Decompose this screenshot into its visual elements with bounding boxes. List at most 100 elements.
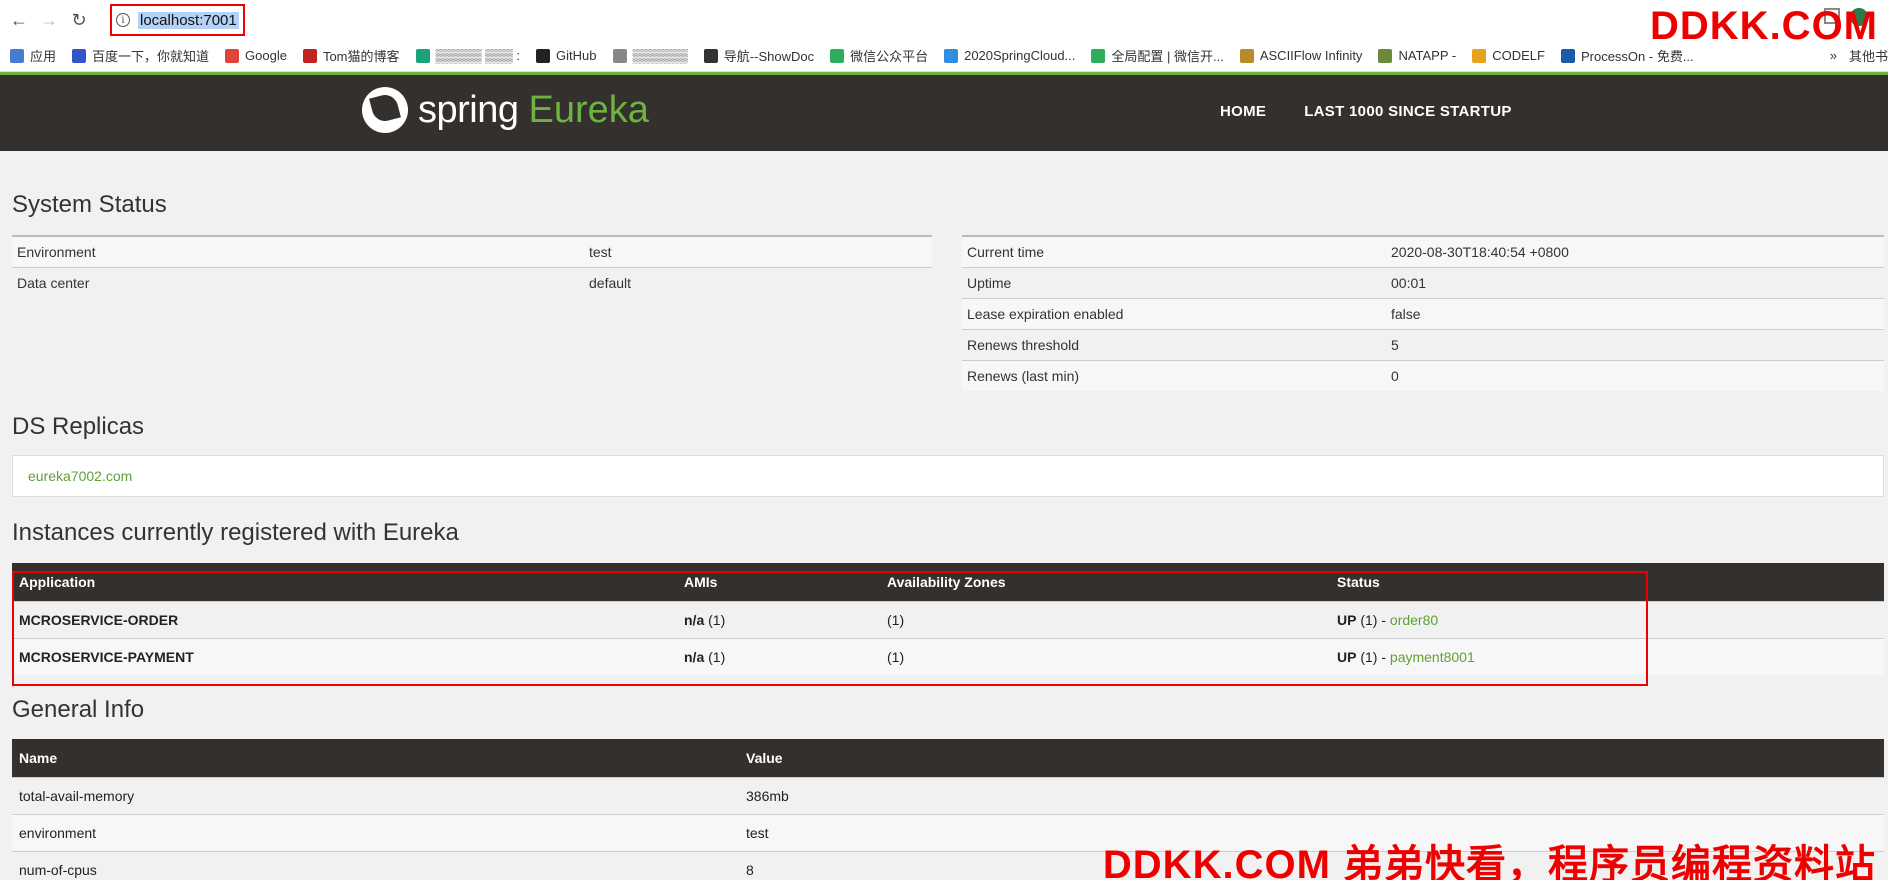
table-row: total-avail-memory 386mb [12,776,1884,814]
bookmark-favicon-icon [72,48,87,63]
status-cell: UP (1) - payment8001 [1330,637,1884,675]
col-header-value: Value [739,739,1884,777]
bookmarks-more-chevron-icon[interactable]: » [1830,48,1837,63]
bookmark-label: 2020SpringCloud... [964,48,1076,63]
status-row: Lease expiration enabled false [962,297,1884,329]
address-bar[interactable]: i localhost:7001 [106,4,1806,36]
spring-leaf-icon [362,87,408,133]
general-info-title: General Info [12,696,145,723]
watermark-bottom: DDKK.COM 弟弟快看，程序员编程资料站 [1102,843,1876,880]
bookmark-label: 应用 [30,49,57,64]
bookmark-item[interactable]: Tom猫的博客 [302,46,400,65]
eureka-navbar: spring Eureka HOME LAST 1000 SINCE START… [0,75,1888,151]
system-status-left-table: Environment test Data center default [12,235,932,298]
nav-last-1000-link[interactable]: LAST 1000 SINCE STARTUP [1304,103,1512,120]
status-key: Environment [12,235,584,267]
info-name: total-avail-memory [12,776,739,814]
bookmark-favicon-icon [536,48,551,63]
bookmark-item[interactable]: 微信公众平台 [830,46,928,65]
replica-link[interactable]: eureka7002.com [28,468,132,484]
bookmark-favicon-icon [612,48,627,63]
application-name: MCROSERVICE-ORDER [12,600,677,638]
bookmark-favicon-icon [830,48,845,63]
status-up: UP [1337,611,1357,628]
status-key: Renews threshold [962,328,1386,360]
status-key: Data center [12,266,584,298]
system-status-right-table: Current time 2020-08-30T18:40:54 +0800 Upt… [962,235,1884,391]
system-status-title: System Status [12,191,167,218]
bookmark-item[interactable]: 2020SpringCloud... [944,48,1075,63]
bookmark-item[interactable]: CODELF [1472,48,1545,63]
bookmark-item[interactable]: 全局配置 | 微信开... [1091,46,1224,65]
bookmark-favicon-icon [1560,48,1575,63]
bookmark-item[interactable]: Google [225,48,287,63]
bookmark-label: GitHub [556,48,597,63]
bookmark-label: CODELF [1492,48,1545,63]
nav-home-link[interactable]: HOME [1220,103,1266,120]
table-row: MCROSERVICE-PAYMENT n/a (1) (1) UP (1) - pa… [12,637,1884,675]
col-header-application: Application [12,563,677,601]
bookmark-label: NATAPP - [1398,48,1457,63]
col-header-zones: Availability Zones [880,563,1330,601]
bookmark-item[interactable]: ▒▒▒▒▒ ▒▒▒ : [415,48,521,63]
back-arrow-icon[interactable]: ← [8,9,30,31]
bookmark-item[interactable]: 百度一下，你就知道 [72,46,209,65]
status-row: Uptime 00:01 [962,266,1884,298]
forward-arrow-icon[interactable]: → [38,9,60,31]
status-value: false [1386,297,1884,329]
bookmark-label: ▒▒▒▒▒ ▒▒▒ : [435,48,521,63]
amis-value: n/a [684,611,705,628]
bookmark-favicon-icon [1472,48,1487,63]
status-key: Uptime [962,266,1386,298]
ds-replicas-title: DS Replicas [12,413,145,440]
bookmark-label: ASCIIFlow Infinity [1259,48,1363,63]
col-header-amis: AMIs [677,563,880,601]
status-row: Renews threshold 5 [962,328,1884,360]
bookmark-label: Google [245,48,287,63]
instance-link[interactable]: payment8001 [1390,649,1475,665]
status-count: (1) - [1356,648,1390,665]
bookmark-label: Tom猫的博客 [322,49,400,64]
status-row: Renews (last min) 0 [962,359,1884,391]
status-key: Lease expiration enabled [962,297,1386,329]
status-row: Current time 2020-08-30T18:40:54 +0800 [962,235,1884,267]
bookmark-item[interactable]: ASCIIFlow Infinity [1239,48,1363,63]
instances-title: Instances currently registered with Eure… [12,519,459,546]
status-value: 0 [1386,359,1884,391]
bookmark-label: 百度一下，你就知道 [92,49,210,64]
watermark-top: DDKK.COM [1650,4,1878,48]
status-value: default [584,266,932,298]
table-row: MCROSERVICE-ORDER n/a (1) (1) UP (1) - orde… [12,600,1884,638]
bookmark-item[interactable]: 导航--ShowDoc [703,46,814,65]
col-header-status: Status [1330,563,1884,601]
url-text[interactable]: localhost:7001 [138,11,239,29]
bookmark-favicon-icon [1091,48,1106,63]
logo-spring-text: spring [418,88,519,131]
reload-icon[interactable]: ↻ [68,9,90,31]
status-value: 5 [1386,328,1884,360]
bookmark-item[interactable]: NATAPP - [1378,48,1456,63]
bookmark-favicon-icon [225,48,240,63]
status-row: Data center default [12,266,932,298]
amis-cell: n/a (1) [677,600,880,638]
zones-cell: (1) [880,600,1330,638]
bookmark-favicon-icon [703,48,718,63]
bookmark-label: 全局配置 | 微信开... [1111,49,1224,64]
site-info-icon[interactable]: i [116,13,130,27]
spring-eureka-logo[interactable]: spring Eureka [362,87,649,133]
bookmark-item[interactable]: GitHub [536,48,597,63]
status-up: UP [1337,648,1357,665]
bookmark-favicon-icon [302,48,317,63]
amis-cell: n/a (1) [677,637,880,675]
logo-eureka-text: Eureka [528,88,649,131]
status-value: 00:01 [1386,266,1884,298]
bookmark-label: 微信公众平台 [850,49,929,64]
bookmark-item[interactable]: 应用 [10,46,56,65]
status-key: Renews (last min) [962,359,1386,391]
info-name: num-of-cpus [12,850,739,880]
bookmark-item[interactable]: ▒▒▒▒▒▒ [612,48,688,63]
ds-replicas-list: eureka7002.com [12,455,1884,497]
status-row: Environment test [12,235,932,267]
amis-count: (1) [704,648,726,665]
instance-link[interactable]: order80 [1390,612,1438,628]
